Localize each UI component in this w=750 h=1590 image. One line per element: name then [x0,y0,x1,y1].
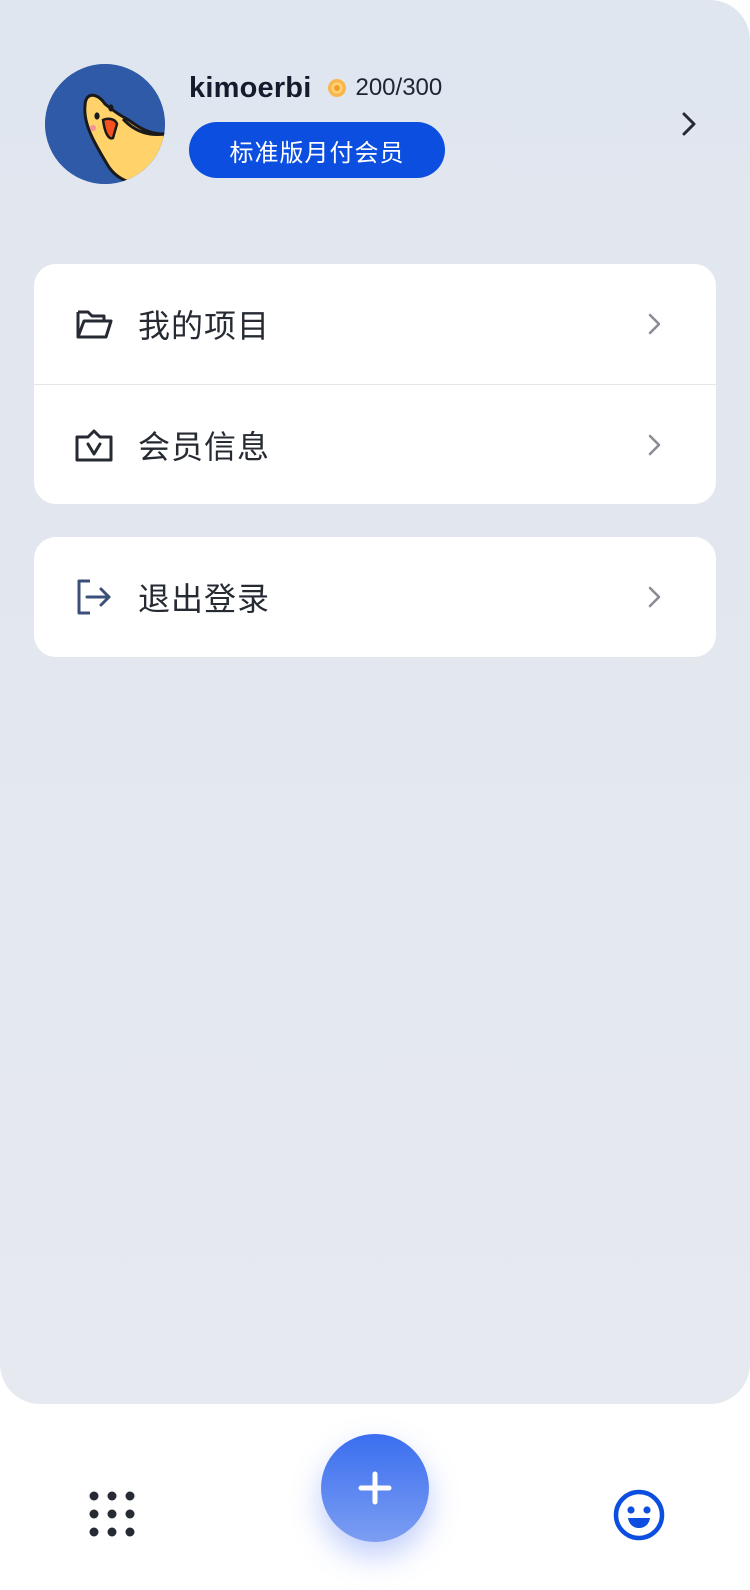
folder-icon [74,304,114,344]
vip-folder-icon [74,425,114,465]
profile-screen: kimoerbi 200/300 标准版月付会员 我的项目 会员信息 退出登录 [0,0,750,1590]
smiley-profile-icon[interactable] [612,1488,666,1542]
add-button[interactable] [321,1434,429,1542]
profile-header[interactable]: kimoerbi 200/300 标准版月付会员 [45,64,705,184]
plus-icon [358,1471,392,1505]
menu-item-logout[interactable]: 退出登录 [34,537,716,657]
menu-item-label: 我的项目 [138,308,271,344]
logout-card: 退出登录 [34,537,716,657]
menu-item-label: 会员信息 [138,428,271,465]
menu-item-my-projects[interactable]: 我的项目 [34,264,716,384]
duck-avatar-icon [45,64,165,184]
menu-card: 我的项目 会员信息 [34,264,716,504]
menu-item-label: 退出登录 [138,581,271,617]
avatar[interactable] [45,64,165,184]
main-panel: kimoerbi 200/300 标准版月付会员 我的项目 会员信息 退出登录 [0,0,750,1404]
chevron-right-icon [640,310,668,338]
menu-item-membership-info[interactable]: 会员信息 [34,384,716,504]
points-count: 200/300 [355,74,443,101]
chevron-right-icon [640,583,668,611]
chevron-right-icon [640,431,668,459]
chevron-right-icon[interactable] [673,108,705,140]
apps-grid-icon[interactable] [86,1490,138,1542]
logout-icon [74,577,114,617]
bottom-nav [0,1404,750,1590]
coin-icon [327,78,347,98]
user-line: kimoerbi 200/300 [189,70,442,106]
membership-badge[interactable]: 标准版月付会员 [189,122,445,178]
username: kimoerbi [189,71,312,104]
